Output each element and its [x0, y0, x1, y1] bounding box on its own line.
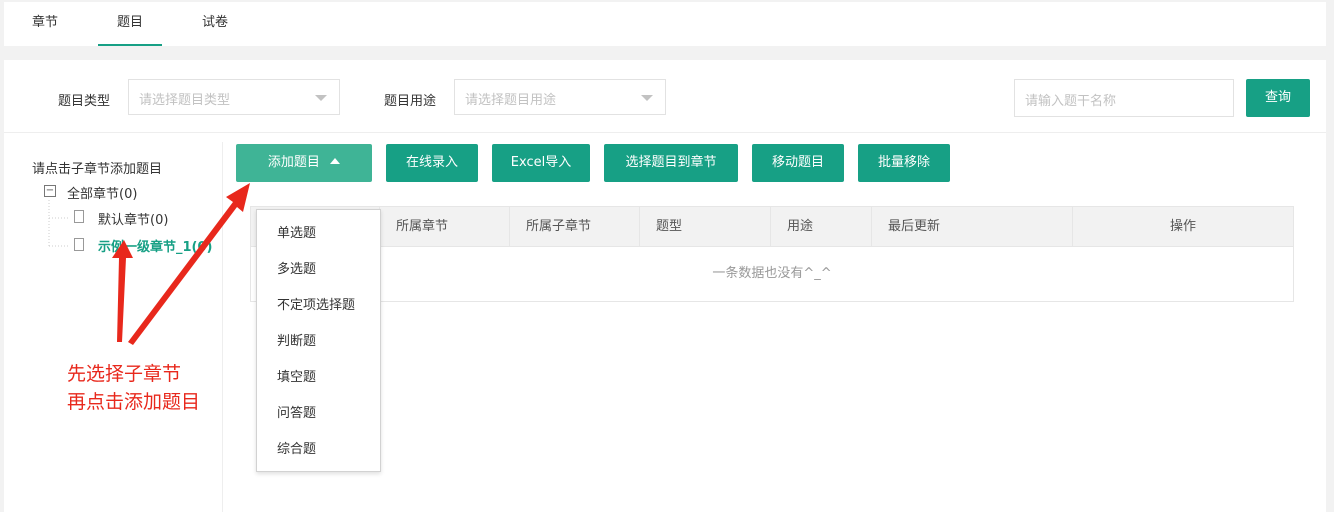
annotation-line-1: 先选择子章节 [67, 363, 182, 385]
arrow-up-icon [112, 240, 133, 342]
arrow-diagonal-icon [128, 183, 250, 345]
annotation-arrows [112, 183, 250, 345]
annotation-line-2: 再点击添加题目 [67, 391, 201, 413]
annotation-text: 先选择子章节 再点击添加题目 [67, 360, 200, 416]
